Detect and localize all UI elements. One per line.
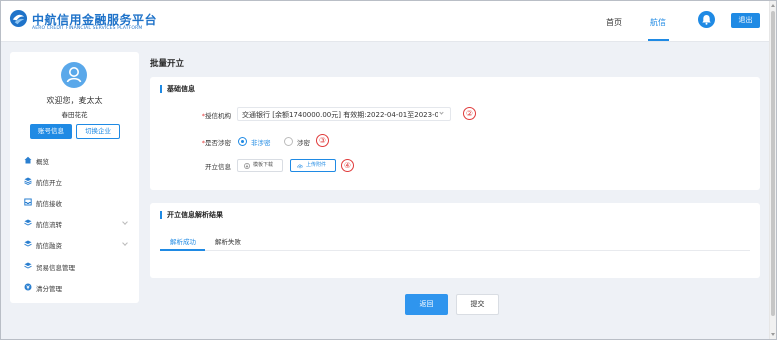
open-info-label: 开立信息 [205,163,231,171]
logo-subtitle: AERO CREDIT FINANCIAL SERVICES PLATFORM [32,26,143,31]
sidebar-item-settlement[interactable]: 清分管理 [10,280,139,296]
scroll-up-arrow-icon[interactable] [771,4,775,7]
credit-org-label: *授信机构 [201,112,231,120]
finance-icon [24,240,32,247]
sidebar-item-label: 航信融资 [36,242,62,250]
radio-confidential[interactable] [284,137,293,146]
tab-active-indicator [160,249,205,251]
logo-icon [9,9,28,28]
radio-non-confidential-label[interactable]: 非涉密 [251,137,271,147]
template-download-label: 模板下载 [253,162,274,168]
company-name: 春田花花 [61,111,88,119]
sidebar-item-label: 清分管理 [36,285,62,293]
top-header: 中航信用金融服务平台 AERO CREDIT FINANCIAL SERVICE… [1,1,769,42]
annotation-marker-3: ③ [316,134,329,147]
sidebar-item-trade-info[interactable]: 贸易信息管理 [10,259,139,275]
sidebar-item-label: 航信开立 [36,179,62,187]
home-icon [24,156,32,164]
chevron-down-icon [122,219,128,225]
transfer-icon [24,219,32,226]
sidebar: 欢迎您，麦太太 春田花花 账号信息 切换企业 概览 航信开立 航信接收 航信流转… [10,52,139,303]
confidential-label: *是否涉密 [201,139,231,147]
nav-credit[interactable]: 航信 [650,17,666,28]
settlement-icon [24,283,32,291]
template-download-button[interactable]: 模板下载 [237,159,283,172]
section-title: 基础信息 [160,85,195,93]
user-icon [66,67,82,83]
logout-button[interactable]: 退出 [731,13,760,28]
nav-home[interactable]: 首页 [606,17,622,28]
avatar [61,62,87,88]
sidebar-item-label: 贸易信息管理 [36,264,75,272]
section-title: 开立信息解析结果 [160,211,223,219]
layers-icon [24,177,32,185]
welcome-text: 欢迎您，麦太太 [46,96,103,105]
chevron-down-icon [122,240,128,246]
upload-attachment-button[interactable]: 上传附件 [290,159,336,172]
basic-info-card: 基础信息 *授信机构 交通银行 [余额1740000.00元] 有效期:2022… [150,77,760,190]
bell-icon [702,15,711,25]
sidebar-item-overview[interactable]: 概览 [10,153,139,169]
sidebar-item-credit-transfer[interactable]: 航信流转 [10,216,139,232]
sidebar-item-credit-open[interactable]: 航信开立 [10,174,139,190]
parse-result-card: 开立信息解析结果 解析成功 解析失败 [150,203,760,278]
scroll-thumb[interactable] [771,11,775,316]
sidebar-item-label: 航信接收 [36,200,62,208]
switch-company-button[interactable]: 切换企业 [76,124,120,139]
radio-non-confidential[interactable] [238,137,247,146]
sidebar-item-credit-finance[interactable]: 航信融资 [10,237,139,253]
sidebar-item-label: 概览 [36,158,49,166]
inbox-icon [24,198,32,206]
tab-divider [160,250,750,251]
page-title: 批量开立 [150,59,185,69]
upload-attachment-label: 上传附件 [306,162,327,168]
account-info-button[interactable]: 账号信息 [30,124,72,139]
annotation-marker-2: ② [463,107,476,120]
sidebar-item-label: 航信流转 [36,221,62,229]
notification-button[interactable] [698,11,715,28]
tab-parse-success[interactable]: 解析成功 [170,236,196,246]
nav-active-indicator [648,39,669,41]
cloud-upload-icon [297,164,303,169]
page-scrollbar[interactable] [769,1,776,339]
credit-org-select[interactable]: 交通银行 [余额1740000.00元] 有效期:2022-04-01至2023… [237,107,451,121]
download-icon [244,163,250,169]
tab-parse-failed[interactable]: 解析失败 [215,236,241,246]
radio-confidential-label[interactable]: 涉密 [297,137,310,147]
annotation-marker-4: ④ [341,159,354,172]
sidebar-item-credit-receive[interactable]: 航信接收 [10,195,139,211]
trade-icon [24,262,32,269]
credit-org-value: 交通银行 [余额1740000.00元] 有效期:2022-04-01至2023… [242,111,438,119]
scroll-down-arrow-icon[interactable] [771,333,775,336]
back-button[interactable]: 返回 [405,294,448,315]
submit-button[interactable]: 提交 [456,294,499,315]
chevron-down-icon [439,110,444,115]
